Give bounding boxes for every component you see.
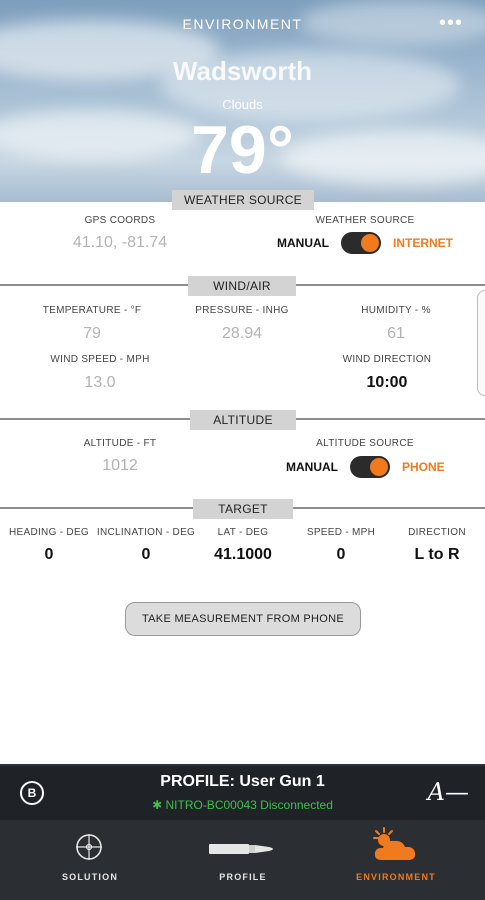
wind-speed-value[interactable]: 13.0: [30, 374, 170, 392]
weather-hero: ENVIRONMENT ••• Wadsworth Clouds 79°: [0, 0, 485, 202]
weather-source-toggle-row: MANUAL INTERNET: [277, 232, 453, 254]
page-title: ENVIRONMENT: [182, 16, 303, 32]
section-header-target: TARGET: [193, 499, 293, 519]
gps-coords-value: 41.10, -81.74: [72, 234, 168, 251]
tab-environment[interactable]: ENVIRONMENT: [336, 820, 456, 900]
pressure-label: PRESSURE - INHG: [195, 305, 289, 316]
current-temperature: 79°: [191, 112, 294, 188]
lat-label: LAT - DEG: [217, 527, 269, 538]
heading-label: HEADING - DEG: [8, 527, 90, 538]
section-header-altitude: ALTITUDE: [190, 410, 296, 430]
side-drawer-handle[interactable]: [477, 290, 485, 396]
humidity-value[interactable]: 61: [334, 325, 458, 343]
toggle-manual-label: MANUAL: [286, 460, 338, 474]
tab-profile[interactable]: PROFILE: [183, 820, 303, 900]
connection-status: ✱ NITRO-BC00043 Disconnected: [0, 798, 485, 812]
profile-bar: B PROFILE: User Gun 1 ✱ NITRO-BC00043 Di…: [0, 764, 485, 820]
temperature-label: TEMPERATURE - °F: [42, 305, 142, 316]
more-dots-icon[interactable]: •••: [439, 12, 463, 35]
toggle-knob: [361, 234, 379, 252]
lat-value[interactable]: 41.1000: [198, 546, 288, 564]
toggle-phone-label: PHONE: [402, 460, 445, 474]
direction-value[interactable]: L to R: [392, 546, 482, 564]
cartridge-icon: [209, 844, 273, 854]
altitude-label: ALTITUDE - FT: [83, 438, 157, 449]
location-name: Wadsworth: [172, 56, 313, 86]
wind-direction-value[interactable]: 10:00: [317, 374, 457, 392]
bluetooth-status-icon: ✱: [152, 798, 163, 812]
toggle-internet-label: INTERNET: [393, 236, 453, 250]
direction-label: DIRECTION: [408, 527, 466, 538]
inclination-value[interactable]: 0: [96, 546, 196, 564]
altitude-source-toggle-row: MANUAL PHONE: [286, 456, 445, 478]
heading-value[interactable]: 0: [4, 546, 94, 564]
section-header-weather-source: WEATHER SOURCE: [172, 190, 314, 210]
weather-source-toggle[interactable]: [341, 232, 381, 254]
speed-label: SPEED - MPH: [306, 527, 376, 538]
crosshair-icon: [76, 834, 102, 860]
profile-title[interactable]: PROFILE: User Gun 1: [0, 773, 485, 791]
pressure-value[interactable]: 28.94: [180, 325, 304, 343]
inclination-label: INCLINATION - DEG: [96, 527, 196, 538]
tab-label: ENVIRONMENT: [356, 872, 436, 882]
bottom-tab-bar: SOLUTION PROFILE ENVIRONMENT: [0, 820, 485, 900]
speed-value[interactable]: 0: [296, 546, 386, 564]
tab-solution[interactable]: SOLUTION: [30, 820, 150, 900]
weather-source-label: WEATHER SOURCE: [315, 215, 415, 226]
sun-cloud-icon: [373, 827, 416, 860]
take-measurement-button[interactable]: TAKE MEASUREMENT FROM PHONE: [125, 602, 361, 636]
wind-speed-label: WIND SPEED - MPH: [50, 354, 150, 365]
section-header-wind-air: WIND/AIR: [188, 276, 296, 296]
altitude-value[interactable]: 1012: [60, 457, 180, 475]
wind-direction-label: WIND DIRECTION: [342, 354, 432, 365]
gps-coords-label: GPS COORDS: [84, 215, 156, 226]
connection-status-text: NITRO-BC00043 Disconnected: [165, 798, 333, 812]
tab-label: PROFILE: [219, 872, 267, 882]
toggle-knob: [370, 458, 388, 476]
temperature-value[interactable]: 79: [30, 325, 154, 343]
altitude-source-toggle[interactable]: [350, 456, 390, 478]
toggle-manual-label: MANUAL: [277, 236, 329, 250]
tab-label: SOLUTION: [61, 872, 119, 882]
humidity-label: HUMIDITY - %: [361, 305, 431, 316]
altitude-source-label: ALTITUDE SOURCE: [316, 438, 414, 449]
brand-logo-icon[interactable]: A—: [428, 778, 469, 806]
